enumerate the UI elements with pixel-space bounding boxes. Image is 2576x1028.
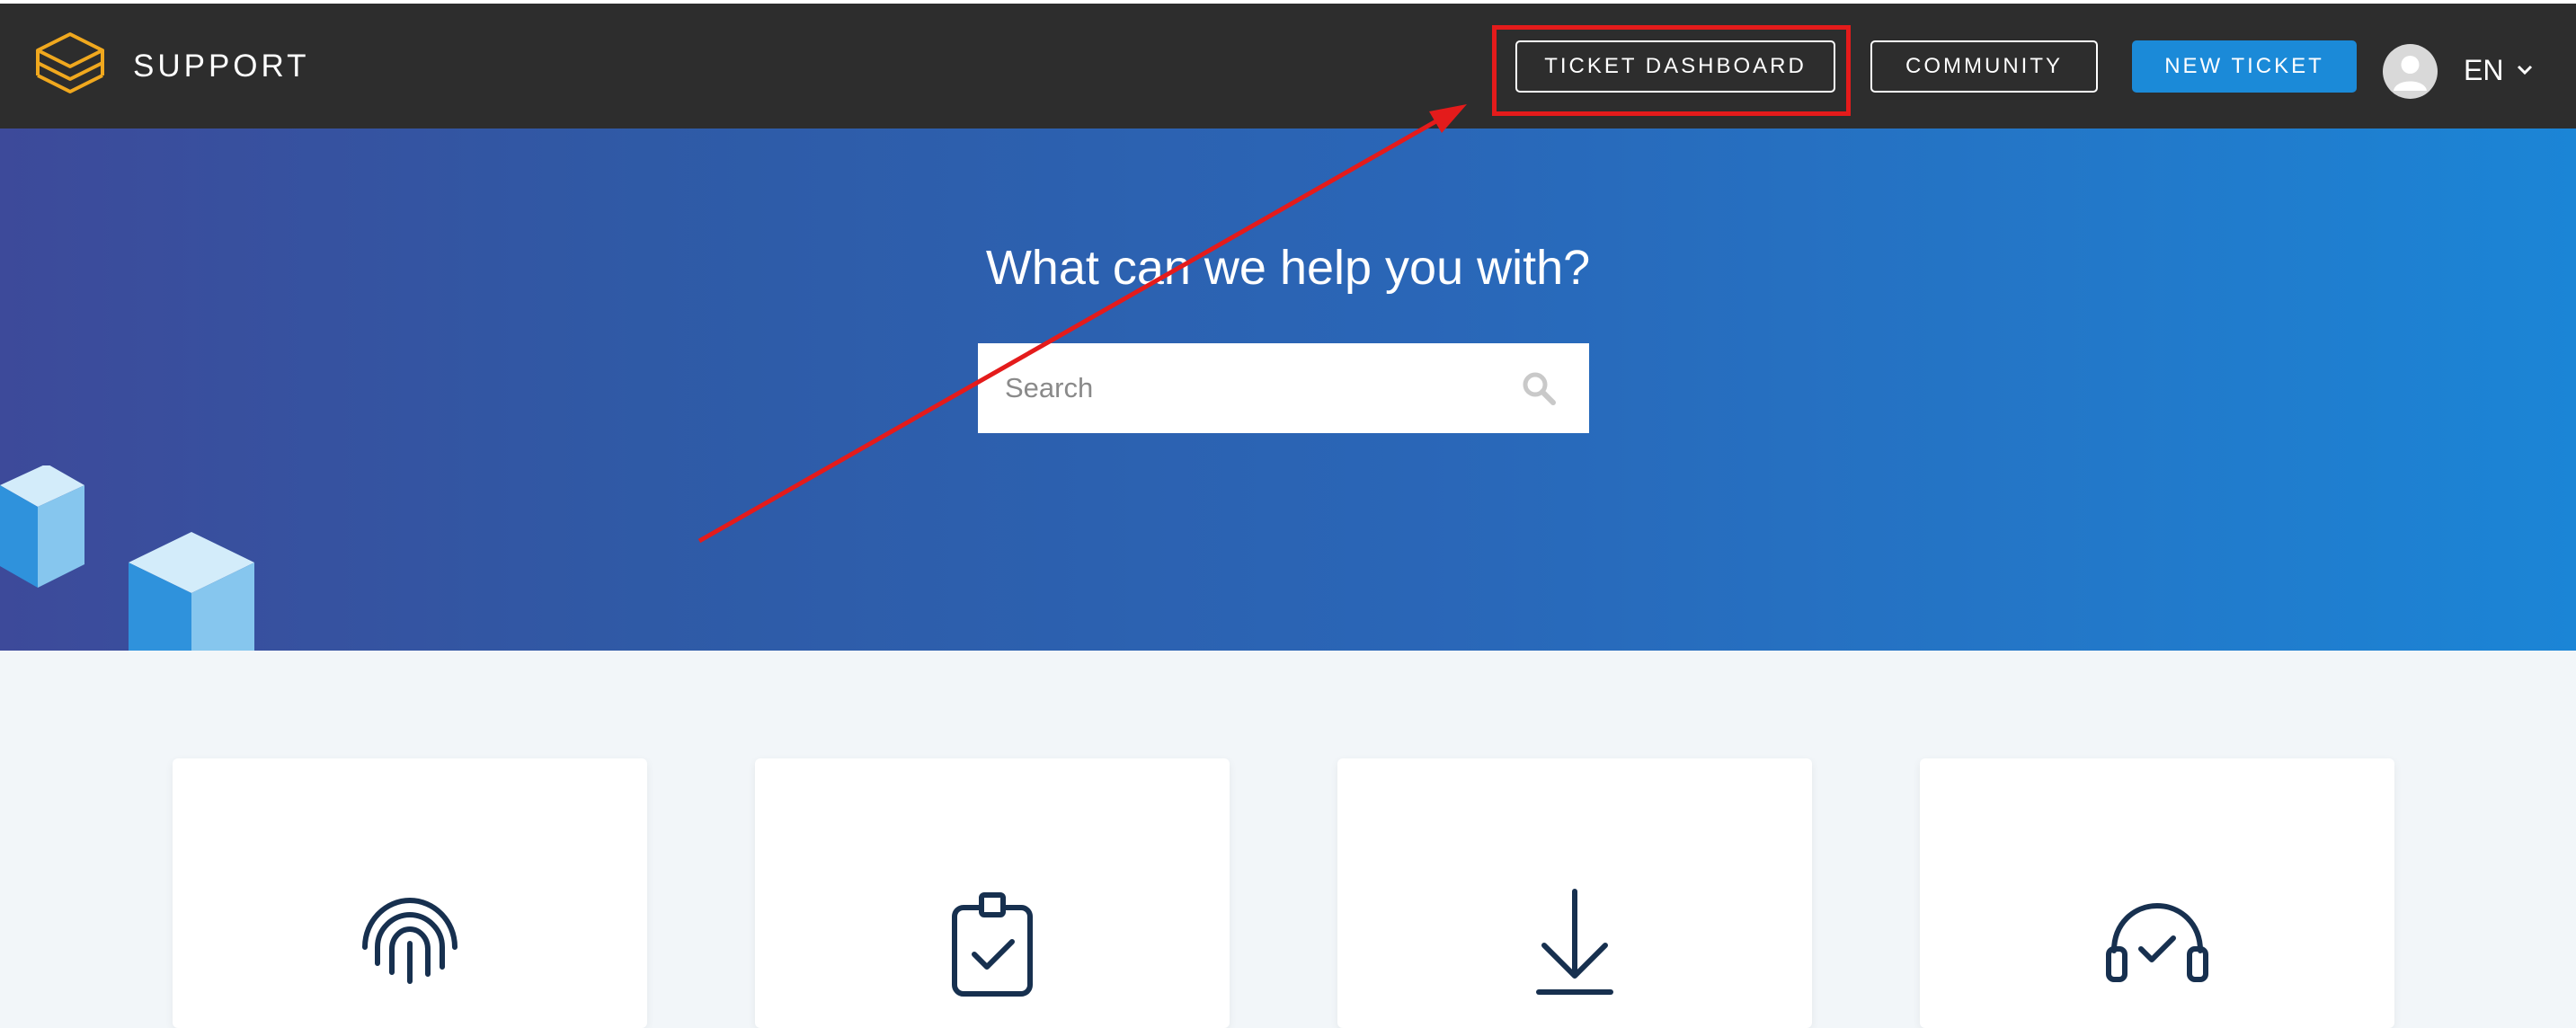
download-icon [1536, 889, 1613, 995]
search-icon[interactable] [1521, 370, 1557, 406]
fingerprint-icon [362, 897, 457, 984]
hero-title: What can we help you with? [985, 241, 1591, 295]
card-fingerprint[interactable] [173, 758, 647, 1028]
headset-check-icon [2106, 903, 2208, 982]
card-row [0, 651, 2576, 1028]
stacked-layers-logo-icon[interactable] [32, 29, 108, 104]
search-box [978, 343, 1589, 433]
user-avatar-icon[interactable] [2383, 44, 2438, 99]
clipboard-check-icon [952, 892, 1033, 997]
new-ticket-button[interactable]: NEW TICKET [2132, 40, 2357, 93]
community-button[interactable]: COMMUNITY [1870, 40, 2098, 93]
annotation-highlight-box [1492, 25, 1851, 116]
card-support[interactable] [1920, 758, 2394, 1028]
brand-name[interactable]: SUPPORT [133, 47, 310, 86]
card-clipboard[interactable] [755, 758, 1230, 1028]
search-input[interactable] [978, 343, 1517, 433]
language-label: EN [2464, 54, 2504, 86]
top-navbar: SUPPORT TICKET DASHBOARD COMMUNITY NEW T… [0, 4, 2576, 128]
hero-banner: What can we help you with? [0, 128, 2576, 651]
language-selector[interactable]: EN [2464, 50, 2534, 90]
card-download[interactable] [1337, 758, 1812, 1028]
decorative-cubes-icon [0, 465, 254, 651]
chevron-down-icon [2518, 65, 2533, 75]
